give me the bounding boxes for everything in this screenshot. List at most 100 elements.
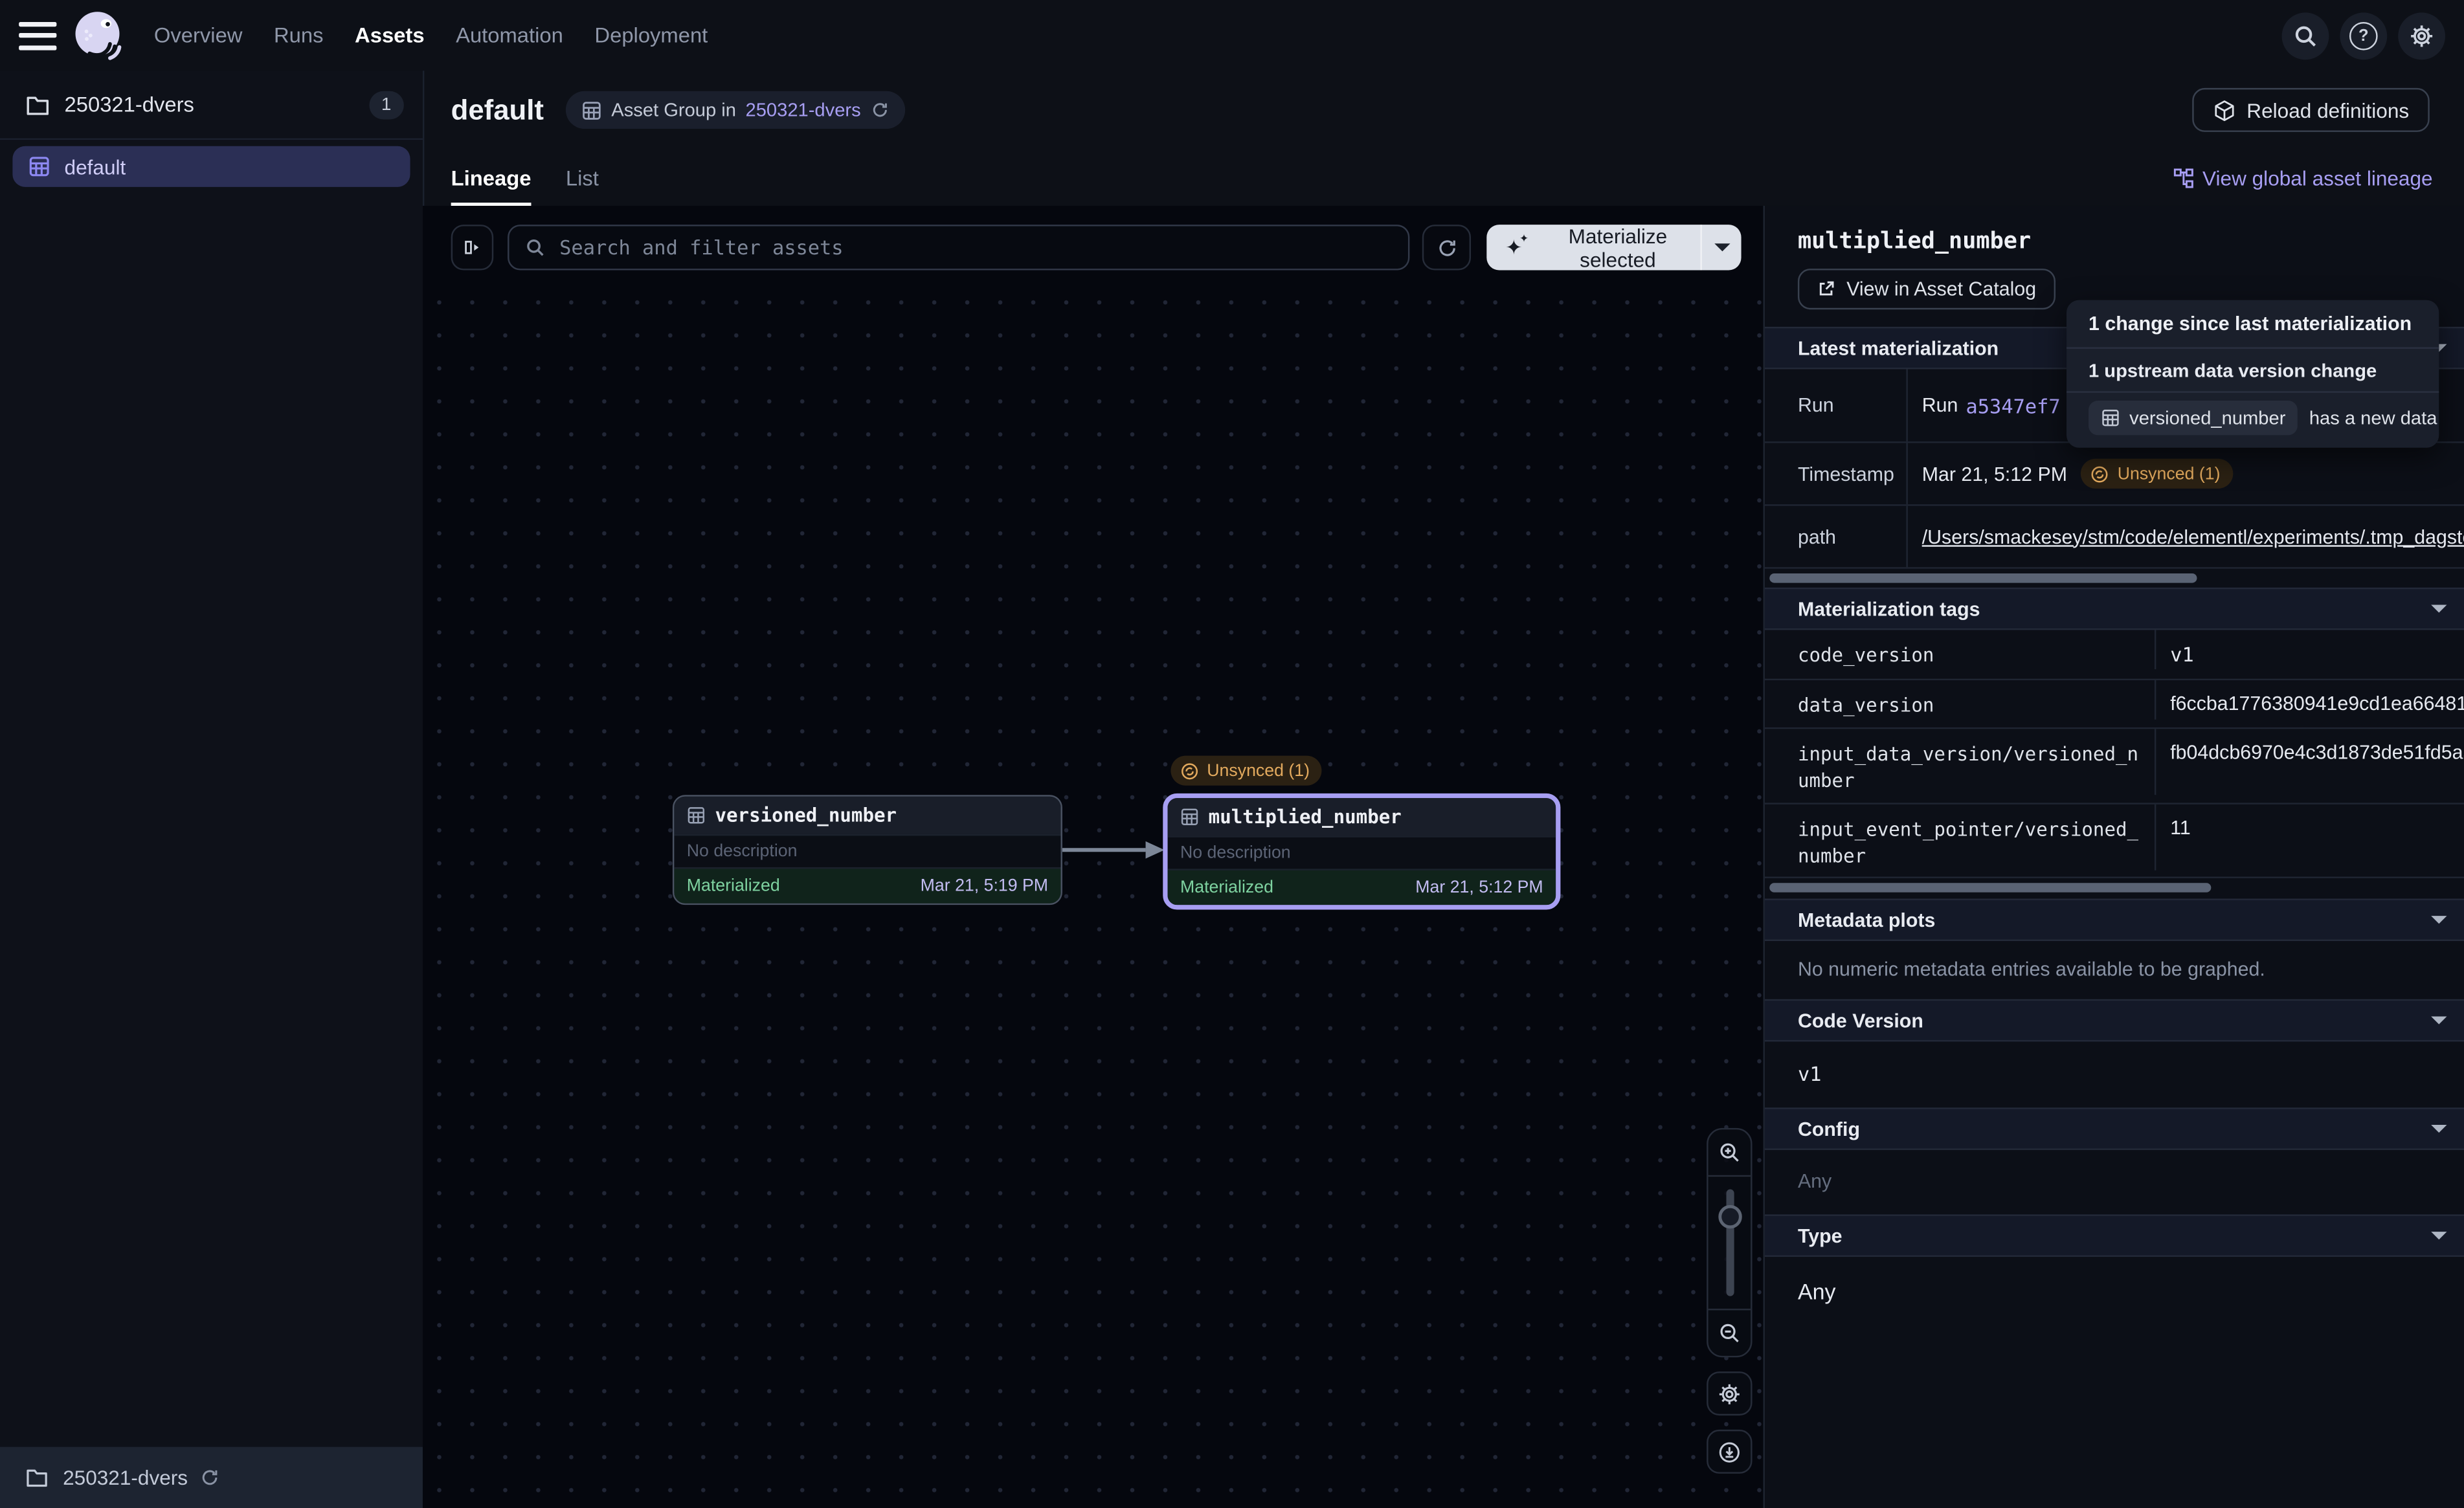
view-global-asset-lineage-link[interactable]: View global asset lineage	[2173, 166, 2433, 189]
unsynced-badge[interactable]: Unsynced (1)	[2081, 459, 2233, 489]
badge-prefix: Asset Group in	[611, 99, 736, 121]
materialized-status: Materialized	[687, 876, 780, 895]
search-input[interactable]	[556, 234, 1392, 261]
view-in-asset-catalog-button[interactable]: View in Asset Catalog	[1798, 269, 2055, 309]
sidebar-group-name: 250321-dvers	[65, 93, 194, 116]
asset-group-icon	[28, 155, 50, 177]
expand-sidebar-panel-button[interactable]	[451, 225, 494, 270]
sync-arrows-icon	[1180, 761, 1199, 780]
folder-icon	[25, 1466, 49, 1489]
page-header: default Asset Group in 250321-dvers	[423, 71, 2464, 149]
zoom-out-icon[interactable]	[1708, 1310, 1751, 1355]
zoom-controls	[1707, 1128, 1752, 1474]
reload-definitions-button[interactable]: Reload definitions	[2191, 88, 2429, 132]
horizontal-scrollbar-thumb[interactable]	[1769, 883, 2211, 893]
table-row: input_data_version/versioned_number fb04…	[1765, 729, 2464, 804]
lineage-canvas[interactable]: ✦✦ Materialize selected Unsynced (1)	[423, 206, 1764, 1508]
section-metadata-plots[interactable]: Metadata plots	[1765, 898, 2464, 941]
nav-assets[interactable]: Assets	[355, 23, 424, 47]
refresh-graph-button[interactable]	[1422, 225, 1471, 270]
sidebar-footer-code-location[interactable]: 250321-dvers	[0, 1447, 423, 1508]
section-code-version[interactable]: Code Version	[1765, 999, 2464, 1042]
nav-runs[interactable]: Runs	[274, 23, 324, 47]
zoom-slider-thumb[interactable]	[1718, 1205, 1741, 1228]
collapse-caret-icon	[2431, 605, 2447, 613]
change-description: has a new data version	[2309, 407, 2439, 429]
nav-overview[interactable]: Overview	[154, 23, 243, 47]
tab-list[interactable]: List	[566, 150, 599, 206]
config-value: Any	[1765, 1150, 2464, 1215]
horizontal-scrollbar-thumb[interactable]	[1769, 573, 2197, 583]
reload-icon[interactable]	[199, 1467, 219, 1488]
asset-node-footer: Materialized Mar 21, 5:19 PM	[674, 867, 1060, 904]
download-graph-icon[interactable]	[1707, 1430, 1752, 1474]
materialization-time: Mar 21, 5:12 PM	[1415, 878, 1543, 897]
asset-description: No description	[1180, 844, 1291, 863]
table-row: data_version f6ccba1776380941e9cd1ea6648…	[1765, 680, 2464, 729]
materialize-dropdown-caret[interactable]	[1702, 243, 1741, 251]
page-title: default	[451, 93, 544, 126]
popover-change-row: versioned_number has a new data version	[2066, 393, 2439, 448]
asset-node-versioned-number[interactable]: versioned_number No description Material…	[673, 795, 1062, 905]
help-icon[interactable]: ?	[2340, 12, 2387, 59]
reload-definitions-label: Reload definitions	[2246, 98, 2409, 122]
main-nav: Overview Runs Assets Automation Deployme…	[154, 23, 708, 47]
asset-node-body: No description	[1168, 836, 1556, 869]
cube-reload-icon	[2212, 98, 2235, 122]
table-row: code_version v1	[1765, 630, 2464, 680]
asset-name: multiplied_number	[1209, 806, 1402, 828]
folder-icon	[25, 92, 50, 117]
sidebar-group-250321-dvers[interactable]: 250321-dvers 1	[0, 71, 423, 138]
badge-code-location-link[interactable]: 250321-dvers	[746, 99, 861, 121]
unsynced-badge[interactable]: Unsynced (1)	[1170, 756, 1322, 786]
external-link-icon	[1817, 280, 1835, 298]
sidebar-item-label: default	[65, 155, 126, 178]
table-icon	[2101, 408, 2120, 427]
materialization-time: Mar 21, 5:19 PM	[921, 876, 1048, 895]
table-icon	[687, 806, 706, 825]
asset-node-multiplied-number[interactable]: multiplied_number No description Materia…	[1163, 793, 1560, 910]
table-row: Timestamp Mar 21, 5:12 PM Unsynced (1)	[1765, 443, 2464, 506]
materialize-selected-button[interactable]: ✦✦ Materialize selected	[1486, 225, 1741, 270]
section-materialization-tags[interactable]: Materialization tags	[1765, 588, 2464, 630]
dagster-app: Overview Runs Assets Automation Deployme…	[0, 0, 2464, 1508]
zoom-in-icon[interactable]	[1708, 1129, 1751, 1175]
materialization-tags-table: code_version v1 data_version f6ccba17763…	[1765, 630, 2464, 878]
asset-node-header: versioned_number	[674, 797, 1060, 834]
collapse-caret-icon	[2431, 1125, 2447, 1133]
lineage-toolbar: ✦✦ Materialize selected	[423, 225, 1764, 270]
lineage-edge-arrow	[1059, 837, 1169, 863]
settings-gear-icon[interactable]	[2398, 12, 2445, 59]
metadata-plots-empty-message: No numeric metadata entries available to…	[1765, 941, 2464, 999]
timestamp-value: Mar 21, 5:12 PM	[1922, 463, 2067, 485]
asset-search-field[interactable]	[508, 225, 1409, 270]
asset-chip-versioned-number[interactable]: versioned_number	[2089, 401, 2298, 435]
reload-icon[interactable]	[870, 100, 889, 119]
section-config[interactable]: Config	[1765, 1107, 2464, 1150]
asset-group-badge: Asset Group in 250321-dvers	[566, 91, 905, 129]
code-version-value: v1	[1765, 1041, 2464, 1107]
asset-name: versioned_number	[715, 804, 897, 826]
zoom-slider[interactable]	[1708, 1175, 1751, 1311]
menu-icon[interactable]	[19, 19, 56, 51]
section-type[interactable]: Type	[1765, 1214, 2464, 1257]
graph-settings-gear-icon[interactable]	[1707, 1371, 1752, 1415]
zoom-panel	[1707, 1128, 1752, 1357]
nav-actions: ?	[2282, 12, 2445, 59]
nav-deployment[interactable]: Deployment	[594, 23, 708, 47]
popover-title: 1 change since last materialization	[2066, 300, 2439, 348]
asset-group-icon	[581, 100, 602, 120]
materialization-path-link[interactable]: /Users/smackesey/stm/code/elementl/exper…	[1922, 526, 2464, 548]
nav-automation[interactable]: Automation	[456, 23, 563, 47]
asset-node-header: multiplied_number	[1168, 798, 1556, 836]
asset-node-body: No description	[674, 834, 1060, 867]
code-location-name: 250321-dvers	[63, 1466, 188, 1489]
top-navigation: Overview Runs Assets Automation Deployme…	[0, 0, 2464, 71]
main-content: default Asset Group in 250321-dvers	[423, 71, 2464, 1508]
sidebar-item-default[interactable]: default	[12, 146, 410, 187]
search-icon[interactable]	[2282, 12, 2329, 59]
dagster-logo[interactable]	[69, 5, 129, 65]
tab-lineage[interactable]: Lineage	[451, 150, 532, 206]
changes-popover: 1 change since last materialization 1 up…	[2066, 300, 2439, 448]
run-id-link[interactable]: a5347ef7	[1966, 394, 2061, 417]
